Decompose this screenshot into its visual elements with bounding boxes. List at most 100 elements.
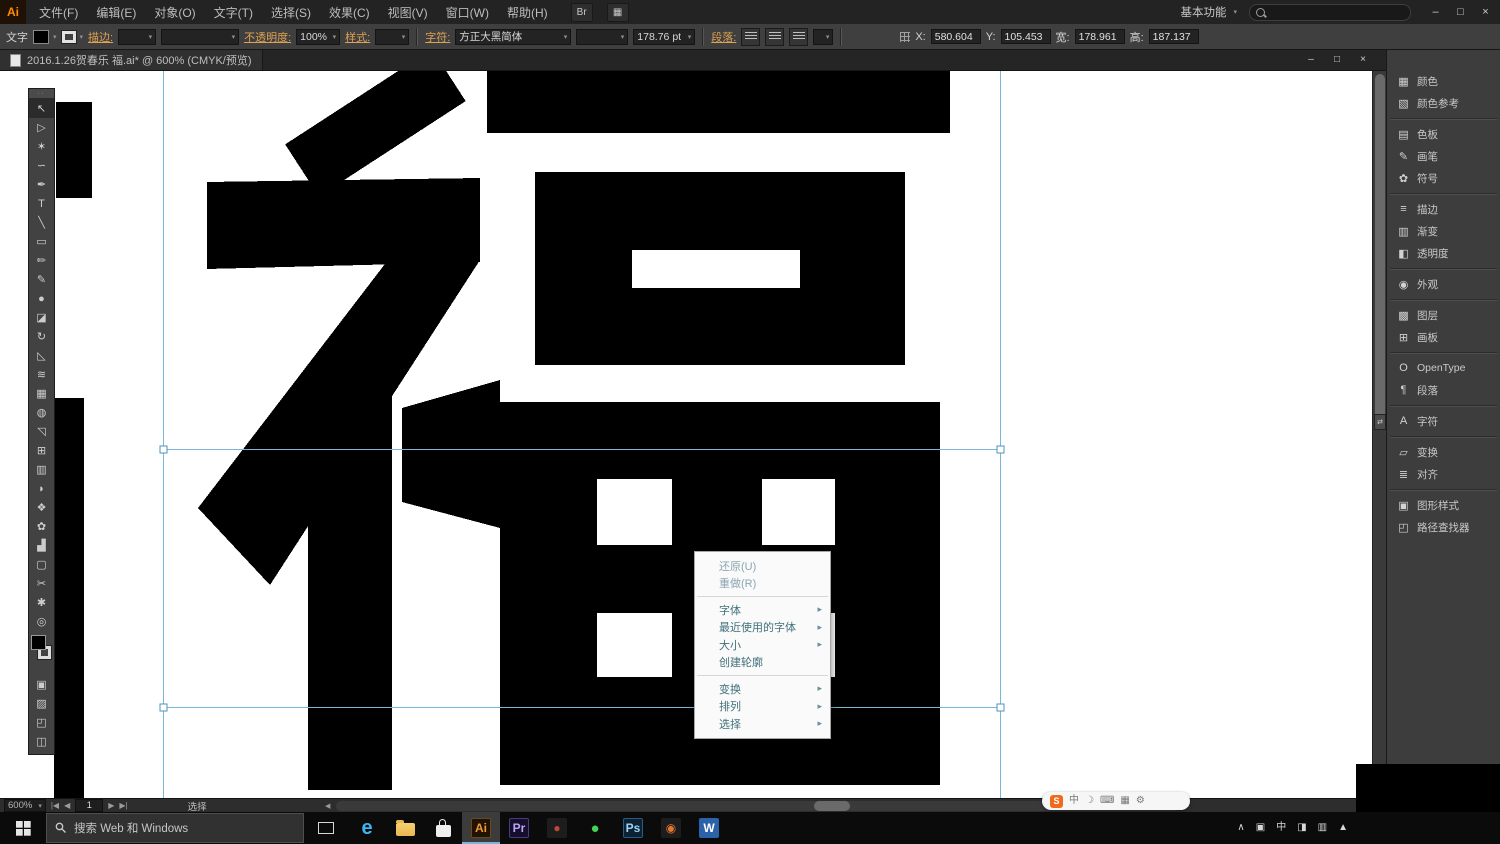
width-tool[interactable]: ≋ [29, 365, 54, 384]
first-artboard-button[interactable]: |◀ [51, 801, 59, 810]
brush-definition-select[interactable]: ▾ [161, 29, 239, 45]
notification-icon[interactable]: ▲ [1338, 823, 1348, 833]
input-indicator-icon[interactable]: 中 [1276, 823, 1286, 833]
stroke-weight-select[interactable]: ▾ [118, 29, 156, 45]
height-field[interactable]: 187.137 [1149, 29, 1199, 44]
prev-artboard-button[interactable]: ◀ [64, 801, 70, 810]
minimize-button[interactable]: – [1302, 52, 1320, 66]
shape-builder-tool[interactable]: ◍ [29, 403, 54, 422]
graphic-style-select[interactable]: ▾ [375, 29, 409, 45]
symbol-sprayer-tool[interactable]: ✿ [29, 517, 54, 536]
illustrator[interactable]: Ai [462, 812, 500, 844]
bridge-icon[interactable]: Br [571, 3, 593, 22]
volume-icon[interactable]: ◨ [1297, 823, 1306, 833]
screen-mode[interactable]: ◫ [29, 732, 54, 751]
blend-tool[interactable]: ❖ [29, 498, 54, 517]
opacity-panel-link[interactable]: 不透明度: [244, 29, 291, 45]
restore-button[interactable]: □ [1448, 3, 1473, 21]
dock-panel-button[interactable]: ▣ 图形样式 [1387, 494, 1500, 516]
dock-panel-button[interactable]: ✿ 符号 [1387, 167, 1500, 189]
taskbar-search-input[interactable]: 搜索 Web 和 Windows [46, 813, 304, 843]
selection-tool[interactable]: ↖ [29, 99, 54, 118]
draw-inside-mode[interactable]: ◰ [29, 713, 54, 732]
line-segment-tool[interactable]: ╲ [29, 213, 54, 232]
vertical-scrollbar-thumb[interactable] [1375, 74, 1385, 422]
type-tool[interactable]: T [29, 194, 54, 213]
fill-color-swatch[interactable]: ▾ [33, 30, 57, 44]
reference-point-locator[interactable] [900, 32, 910, 42]
y-position-field[interactable]: 105.453 [1001, 29, 1051, 44]
perspective-grid-tool[interactable]: ◹ [29, 422, 54, 441]
context-menu-item[interactable]: 选择 ▸ [695, 715, 830, 733]
font-family-select[interactable]: 方正大黑简体▾ [455, 29, 571, 45]
last-artboard-button[interactable]: ▶| [119, 801, 127, 810]
keyboard-icon[interactable]: ⌨ [1100, 796, 1114, 806]
draw-behind-mode[interactable]: ▨ [29, 694, 54, 713]
security-icon[interactable]: ▣ [1256, 823, 1265, 833]
align-options-select[interactable]: ▾ [813, 29, 833, 45]
artboard-tool[interactable]: ▢ [29, 555, 54, 574]
zoom-level-select[interactable]: 600%▾ [4, 799, 46, 812]
stroke-panel-link[interactable]: 描边: [88, 29, 113, 45]
restore-button[interactable]: □ [1328, 52, 1346, 66]
menu-item[interactable]: 对象(O) [145, 0, 204, 24]
context-menu-item[interactable]: 字体 ▸ [695, 601, 830, 619]
eraser-tool[interactable]: ◪ [29, 308, 54, 327]
minimize-button[interactable]: – [1423, 3, 1448, 21]
night-mode-icon[interactable]: ☽ [1085, 796, 1094, 806]
blob-brush-tool[interactable]: ● [29, 289, 54, 308]
scale-tool[interactable]: ◺ [29, 346, 54, 365]
direct-selection-tool[interactable]: ▷ [29, 118, 54, 137]
align-right-button[interactable] [789, 28, 808, 46]
hand-tool[interactable]: ✱ [29, 593, 54, 612]
canvas[interactable] [0, 70, 1386, 798]
dock-panel-button[interactable]: ⊞ 画板 [1387, 326, 1500, 348]
store[interactable] [424, 812, 462, 844]
dock-panel-button[interactable]: ▧ 颜色参考 [1387, 92, 1500, 114]
menu-item[interactable]: 帮助(H) [498, 0, 557, 24]
pencil-tool[interactable]: ✎ [29, 270, 54, 289]
rotate-tool[interactable]: ↻ [29, 327, 54, 346]
context-menu-item[interactable]: 还原(U) ▸ [695, 557, 830, 575]
toolbar-grip[interactable]: ∙∙ [29, 89, 54, 99]
vertical-scrollbar[interactable] [1372, 70, 1387, 798]
dock-panel-button[interactable]: ¶ 段落 [1387, 379, 1500, 401]
premiere[interactable]: Pr [500, 812, 538, 844]
context-menu-item[interactable]: 大小 ▸ [695, 636, 830, 654]
dock-panel-button[interactable]: ▤ 色板 [1387, 123, 1500, 145]
sogou-logo-icon[interactable]: S [1050, 795, 1063, 808]
menu-item[interactable]: 选择(S) [262, 0, 320, 24]
arrange-documents-icon[interactable]: ▦ [607, 3, 629, 22]
menu-item[interactable]: 文字(T) [205, 0, 262, 24]
app-search-input[interactable] [1249, 4, 1411, 21]
word[interactable]: W [690, 812, 728, 844]
dock-panel-button[interactable]: O OpenType [1387, 357, 1500, 379]
dock-panel-button[interactable]: ▥ 渐变 [1387, 220, 1500, 242]
hidden-icons-icon[interactable]: ∧ [1237, 823, 1244, 833]
music-app[interactable]: ● [538, 812, 576, 844]
panel-icon[interactable]: ▦ [1120, 796, 1129, 806]
horizontal-scrollbar-thumb[interactable] [814, 801, 850, 811]
network-icon[interactable]: ▥ [1318, 823, 1327, 833]
lasso-tool[interactable]: ∽ [29, 156, 54, 175]
context-menu-item[interactable]: 最近使用的字体 ▸ [695, 619, 830, 637]
x-position-field[interactable]: 580.604 [931, 29, 981, 44]
eyedropper-tool[interactable]: ◗ [29, 479, 54, 498]
width-field[interactable]: 178.961 [1075, 29, 1125, 44]
dock-panel-button[interactable]: ◧ 透明度 [1387, 242, 1500, 264]
column-graph-tool[interactable]: ▟ [29, 536, 54, 555]
dock-panel-button[interactable]: A 字符 [1387, 410, 1500, 432]
character-panel-link[interactable]: 字符: [425, 29, 450, 45]
zoom-tool[interactable]: ◎ [29, 612, 54, 631]
dock-panel-button[interactable]: ≡ 描边 [1387, 198, 1500, 220]
mesh-tool[interactable]: ⊞ [29, 441, 54, 460]
dock-panel-button[interactable]: ✎ 画笔 [1387, 145, 1500, 167]
artboard-number-field[interactable]: 1 [75, 799, 103, 812]
menu-item[interactable]: 编辑(E) [87, 0, 145, 24]
dock-panel-button[interactable]: ▱ 变换 [1387, 441, 1500, 463]
scroll-left-button[interactable]: ◀ [325, 802, 330, 810]
context-menu-item[interactable]: 创建轮廓 ▸ [695, 654, 830, 672]
free-transform-tool[interactable]: ▦ [29, 384, 54, 403]
wechat[interactable]: ● [576, 812, 614, 844]
align-center-button[interactable] [765, 28, 784, 46]
